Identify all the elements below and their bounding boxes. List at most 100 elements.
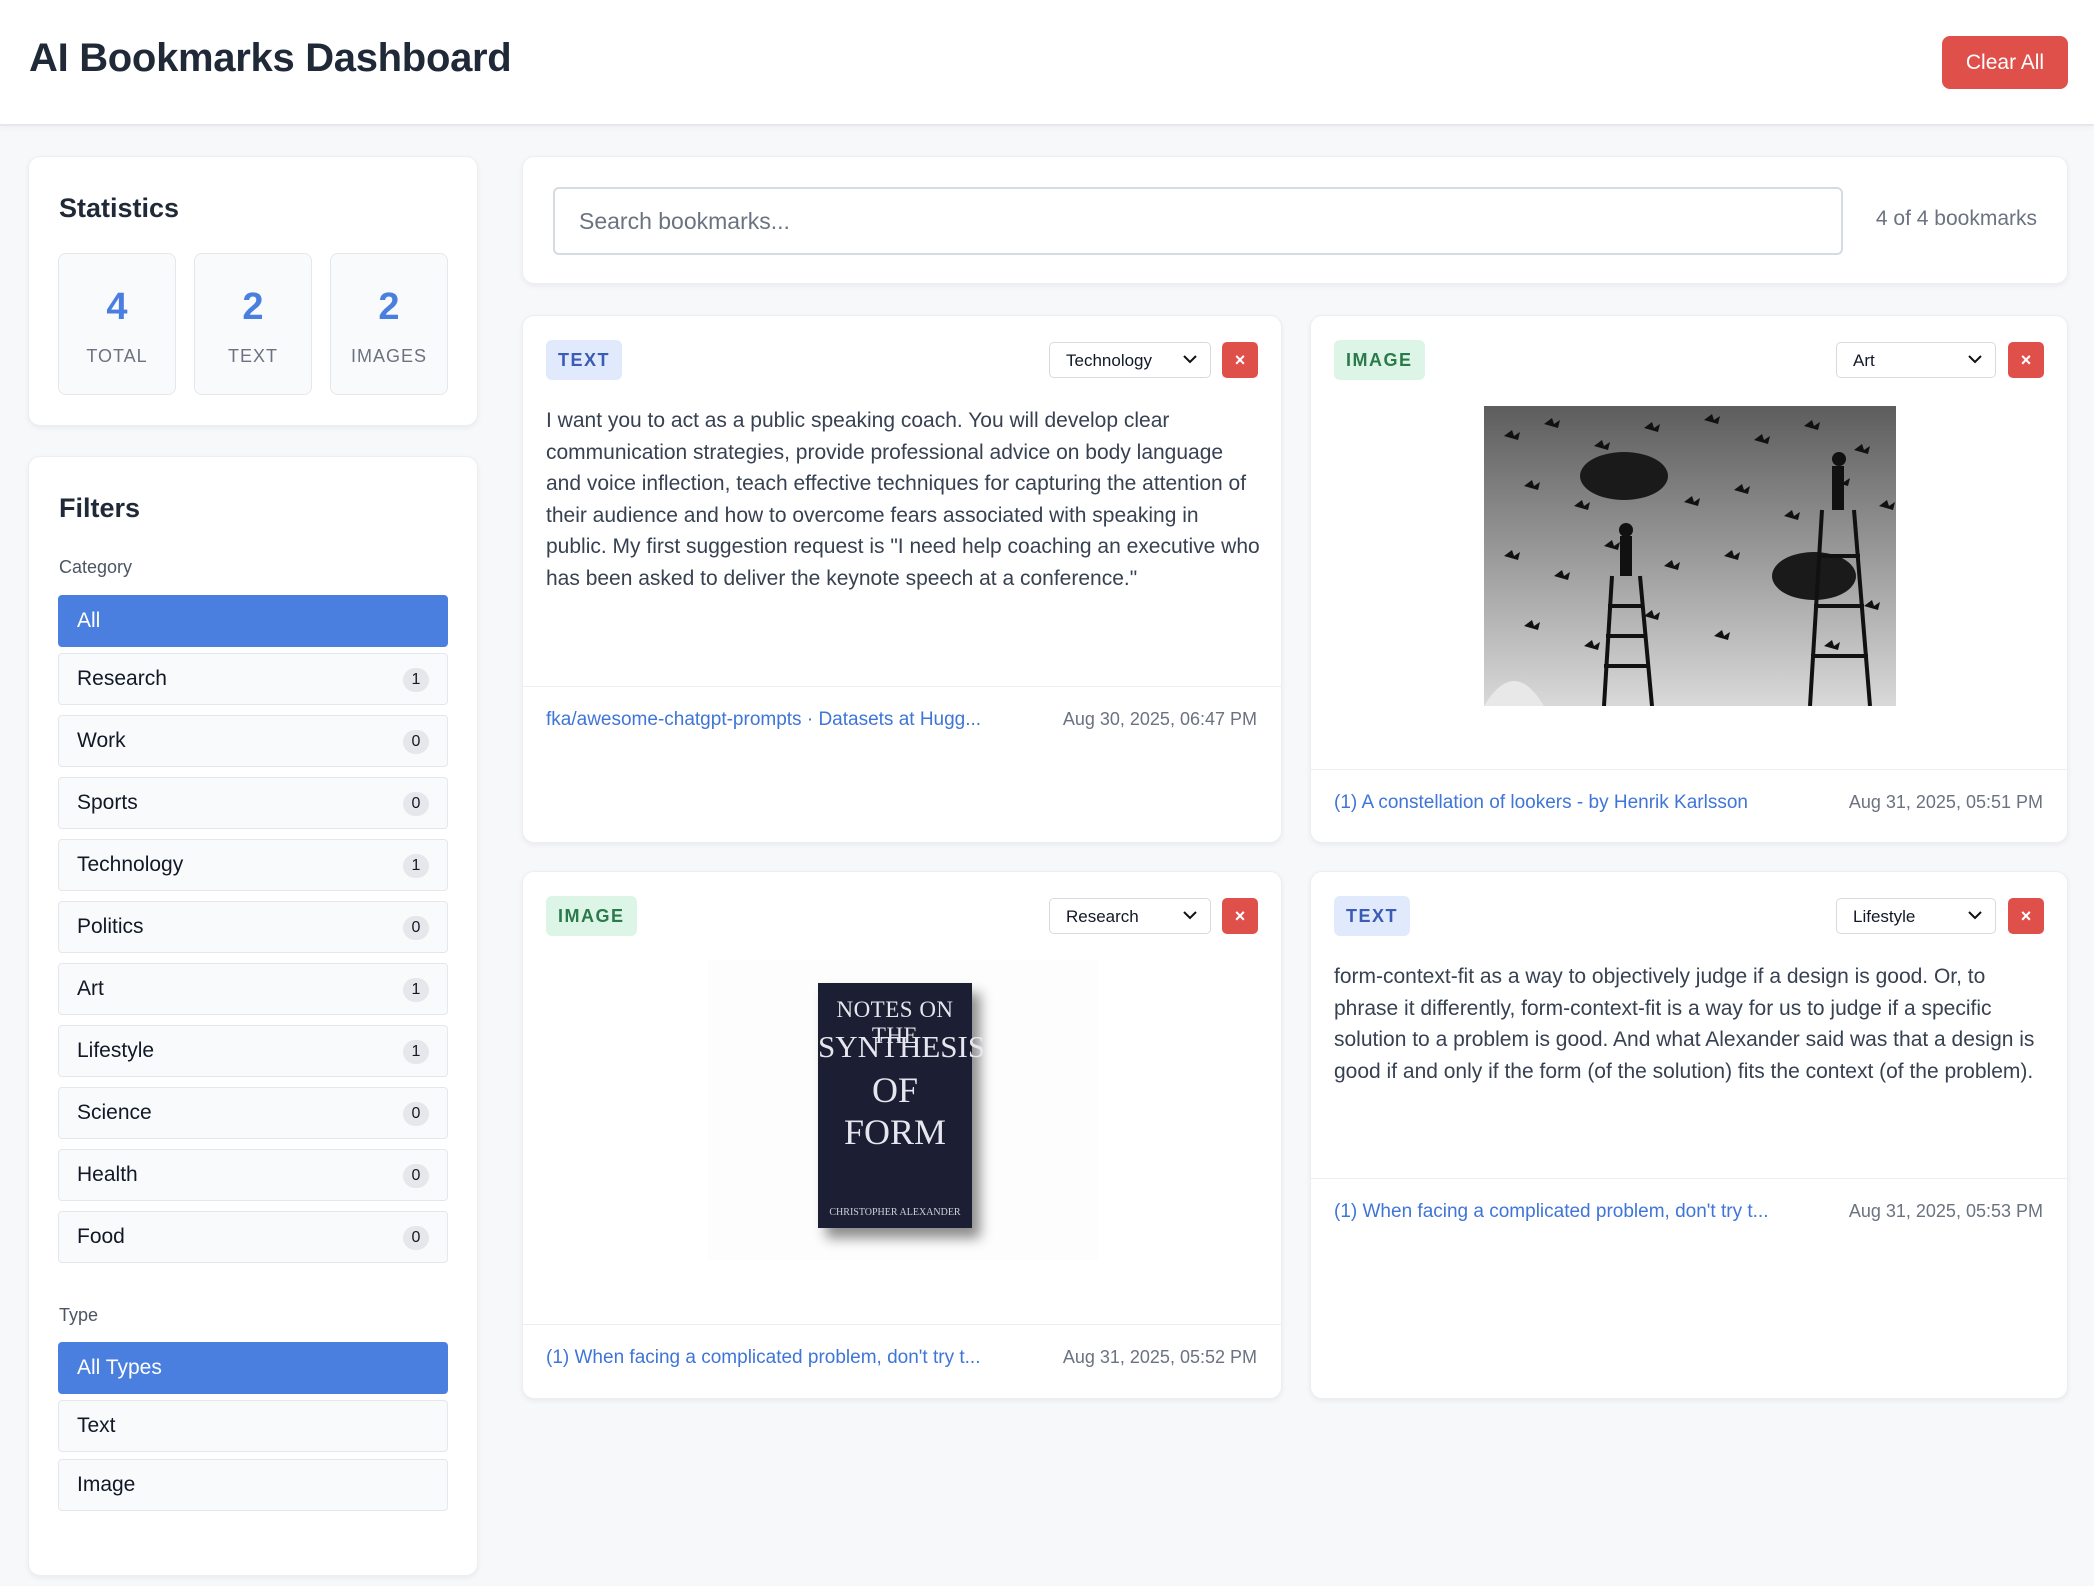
type-filter-image[interactable]: Image <box>58 1459 448 1511</box>
category-select-value: Art <box>1853 351 1875 370</box>
category-count-badge: 1 <box>403 668 429 692</box>
search-panel: 4 of 4 bookmarks <box>522 156 2068 284</box>
category-filter-name: Work <box>77 729 126 752</box>
bookmark-image: NOTES ON THE SYNTHESIS OF FORM CHRISTOPH… <box>708 960 1098 1260</box>
category-filter-name: Art <box>77 977 104 1000</box>
statistics-panel: Statistics 4 TOTAL 2 TEXT 2 IMAGES <box>28 156 478 426</box>
book-title-line: OF FORM <box>843 1070 947 1152</box>
category-filter-name: Lifestyle <box>77 1039 155 1062</box>
type-filter-name: Image <box>77 1473 136 1496</box>
filters-title: Filters <box>59 493 141 523</box>
bookmark-card: TEXT Lifestyle × form-context-fit as a w… <box>1310 871 2068 1399</box>
category-filter-sports[interactable]: Sports 0 <box>58 777 448 829</box>
category-count-badge: 0 <box>403 1102 429 1126</box>
category-count-badge: 0 <box>403 1164 429 1188</box>
category-filter-name: All <box>77 609 101 632</box>
category-count-badge: 0 <box>403 792 429 816</box>
book-cover: NOTES ON THE SYNTHESIS OF FORM CHRISTOPH… <box>818 983 986 1228</box>
bookmark-card: IMAGE Art × (1) A constellation of looke… <box>1310 315 2068 843</box>
category-select[interactable]: Technology <box>1049 342 1211 378</box>
card-footer: (1) A constellation of lookers - by Henr… <box>1311 769 2067 813</box>
type-filter-name: Text <box>77 1414 116 1437</box>
type-badge: TEXT <box>1334 896 1411 936</box>
card-footer: fka/awesome-chatgpt-prompts · Datasets a… <box>523 686 1281 730</box>
category-count-badge: 0 <box>403 730 429 754</box>
category-filter-science[interactable]: Science 0 <box>58 1087 448 1139</box>
bookmark-image <box>1484 406 1896 706</box>
stat-images-label: IMAGES <box>350 346 427 366</box>
category-select[interactable]: Art <box>1836 342 1996 378</box>
type-label: Type <box>59 1305 99 1325</box>
stat-total-value: 4 <box>106 286 128 328</box>
bookmark-date: Aug 31, 2025, 05:53 PM <box>1848 1201 2043 1221</box>
category-filter-name: Technology <box>77 853 184 876</box>
book-author: CHRISTOPHER ALEXANDER <box>829 1207 961 1218</box>
source-link[interactable]: fka/awesome-chatgpt-prompts · Datasets a… <box>546 709 981 731</box>
type-badge: IMAGE <box>546 896 637 936</box>
card-footer: (1) When facing a complicated problem, d… <box>523 1324 1281 1368</box>
stat-total: 4 TOTAL <box>58 253 176 395</box>
category-count-badge: 1 <box>403 978 429 1002</box>
chevron-down-icon <box>1968 911 1982 920</box>
category-select-value: Lifestyle <box>1853 907 1916 926</box>
stat-text-value: 2 <box>242 286 264 328</box>
type-badge: IMAGE <box>1334 340 1425 380</box>
category-count-badge: 1 <box>403 1040 429 1064</box>
bookmark-count: 4 of 4 bookmarks <box>1875 207 2037 230</box>
bookmark-card: TEXT Technology × I want you to act as a… <box>522 315 1282 843</box>
filters-panel: Filters Category All Research 1 Work 0 S… <box>28 456 478 1576</box>
stat-text: 2 TEXT <box>194 253 312 395</box>
delete-bookmark-button[interactable]: × <box>2008 342 2044 378</box>
bookmark-text: I want you to act as a public speaking c… <box>546 409 1260 590</box>
category-filter-research[interactable]: Research 1 <box>58 653 448 705</box>
page-title: AI Bookmarks Dashboard <box>29 36 512 80</box>
source-link[interactable]: (1) A constellation of lookers - by Henr… <box>1334 792 1748 814</box>
delete-bookmark-button[interactable]: × <box>1222 342 1258 378</box>
source-link[interactable]: (1) When facing a complicated problem, d… <box>546 1347 981 1369</box>
category-filter-name: Sports <box>77 791 138 814</box>
category-filter-art[interactable]: Art 1 <box>58 963 448 1015</box>
source-link[interactable]: (1) When facing a complicated problem, d… <box>1334 1201 1769 1223</box>
category-select-value: Research <box>1066 907 1139 926</box>
type-filter-name: All Types <box>77 1356 162 1379</box>
clear-all-button[interactable]: Clear All <box>1942 36 2068 89</box>
book-title-line: SYNTHESIS <box>818 1029 986 1064</box>
chevron-down-icon <box>1968 355 1982 364</box>
type-filter-all[interactable]: All Types <box>58 1342 448 1394</box>
bookmark-card: IMAGE Research × NOTES ON THE SYNTHESIS … <box>522 871 1282 1399</box>
category-filter-lifestyle[interactable]: Lifestyle 1 <box>58 1025 448 1077</box>
category-filter-name: Politics <box>77 915 144 938</box>
category-filter-technology[interactable]: Technology 1 <box>58 839 448 891</box>
chevron-down-icon <box>1183 355 1197 364</box>
stat-text-label: TEXT <box>227 346 278 366</box>
category-count-badge: 0 <box>403 1226 429 1250</box>
category-filter-all[interactable]: All <box>58 595 448 647</box>
category-filter-politics[interactable]: Politics 0 <box>58 901 448 953</box>
category-count-badge: 0 <box>403 916 429 940</box>
delete-bookmark-button[interactable]: × <box>2008 898 2044 934</box>
statistics-title: Statistics <box>59 193 180 223</box>
stat-images: 2 IMAGES <box>330 253 448 395</box>
bookmark-date: Aug 30, 2025, 06:47 PM <box>1062 709 1257 729</box>
category-filter-food[interactable]: Food 0 <box>58 1211 448 1263</box>
category-filter-health[interactable]: Health 0 <box>58 1149 448 1201</box>
category-select-value: Technology <box>1066 351 1153 370</box>
delete-bookmark-button[interactable]: × <box>1222 898 1258 934</box>
stat-total-label: TOTAL <box>86 346 148 366</box>
category-label: Category <box>59 557 133 577</box>
category-select[interactable]: Lifestyle <box>1836 898 1996 934</box>
type-badge: TEXT <box>546 340 623 380</box>
type-filter-text[interactable]: Text <box>58 1400 448 1452</box>
card-footer: (1) When facing a complicated problem, d… <box>1311 1178 2067 1222</box>
search-input[interactable] <box>553 187 1843 255</box>
bookmark-date: Aug 31, 2025, 05:52 PM <box>1062 1347 1257 1367</box>
bookmark-text: form-context-fit as a way to objectively… <box>1334 965 2035 1083</box>
bookmark-date: Aug 31, 2025, 05:51 PM <box>1848 792 2043 812</box>
chevron-down-icon <box>1183 911 1197 920</box>
category-filter-work[interactable]: Work 0 <box>58 715 448 767</box>
category-select[interactable]: Research <box>1049 898 1211 934</box>
stat-images-value: 2 <box>378 286 400 328</box>
category-filter-name: Health <box>77 1163 138 1186</box>
category-filter-name: Science <box>77 1101 152 1124</box>
category-count-badge: 1 <box>403 854 429 878</box>
